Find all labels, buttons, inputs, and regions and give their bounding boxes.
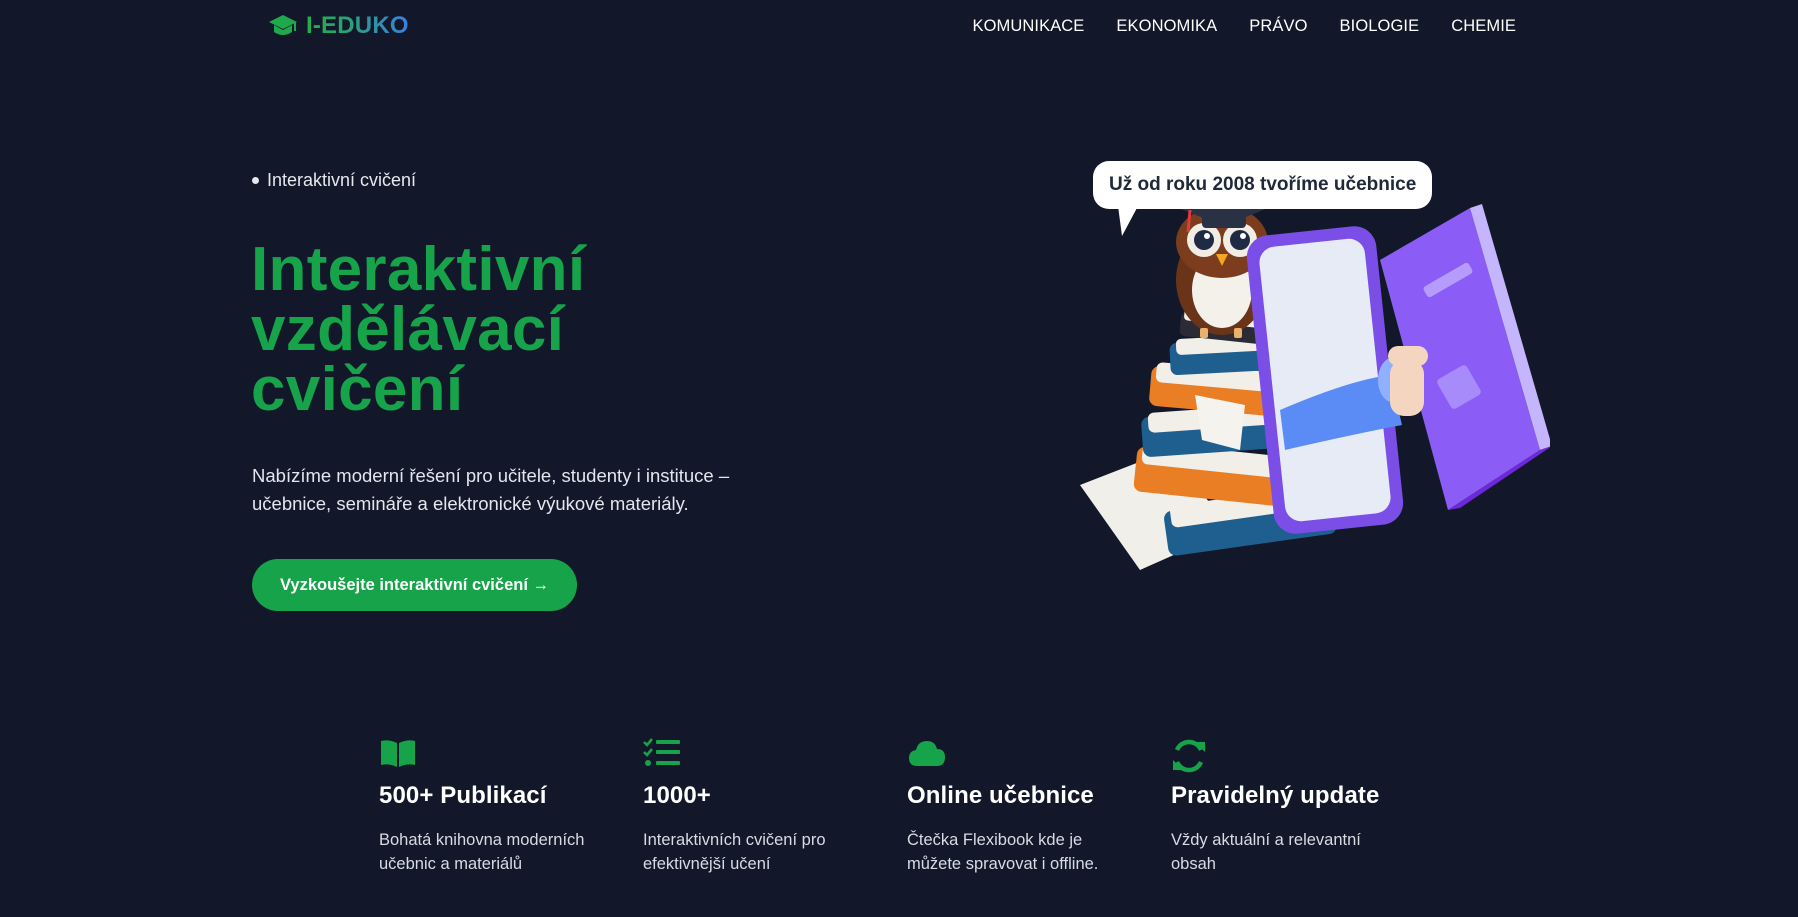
nav-item-komunikace[interactable]: KOMUNIKACE (972, 17, 1084, 36)
checklist-icon (643, 738, 680, 766)
feature-exercises: 1000+ Interaktivních cvičení pro efektiv… (643, 738, 907, 876)
hero-title-line: vzdělávací (251, 295, 565, 364)
cta-button[interactable]: Vyzkoušejte interaktivní cvičení → (252, 559, 577, 611)
nav-item-ekonomika[interactable]: EKONOMIKA (1116, 17, 1217, 36)
feature-text-line: Čtečka Flexibook kde je (907, 831, 1083, 849)
nav-item-pravo[interactable]: PRÁVO (1249, 17, 1307, 36)
hero-subtitle-line: Nabízíme moderní řešení pro učitele, stu… (252, 465, 730, 486)
hand (1388, 346, 1428, 416)
hero-eyebrow: Interaktivní cvičení (252, 170, 416, 191)
feature-text-line: obsah (1171, 855, 1216, 873)
hero-illustration (1080, 190, 1550, 570)
main-nav: KOMUNIKACE EKONOMIKA PRÁVO BIOLOGIE CHEM… (972, 17, 1516, 36)
feature-text: Bohatá knihovna moderních učebnic a mate… (379, 828, 609, 876)
hero-eyebrow-text: Interaktivní cvičení (267, 170, 417, 190)
nav-item-biologie[interactable]: BIOLOGIE (1340, 17, 1420, 36)
feature-text-line: učebnic a materiálů (379, 855, 523, 873)
feature-text-line: Vždy aktuální a relevantní (1171, 831, 1361, 849)
site-header: I-EDUKO KOMUNIKACE EKONOMIKA PRÁVO BIOLO… (0, 0, 1798, 54)
hero-subtitle: Nabízíme moderní řešení pro učitele, stu… (252, 462, 772, 518)
logo-text: I-EDUKO (306, 12, 409, 39)
sync-icon (1173, 739, 1205, 773)
feature-title: Online učebnice (907, 782, 1094, 809)
features-section: 500+ Publikací Bohatá knihovna moderních… (379, 738, 1435, 876)
cloud-icon (909, 741, 945, 766)
feature-title: Pravidelný update (1171, 782, 1380, 809)
hero-title-line: cvičení (251, 355, 464, 424)
speech-bubble-tail (1118, 206, 1138, 236)
feature-online-textbooks: Online učebnice Čtečka Flexibook kde je … (907, 738, 1171, 876)
feature-publications: 500+ Publikací Bohatá knihovna moderních… (379, 738, 643, 876)
feature-text-line: Interaktivních cvičení pro (643, 831, 826, 849)
graduation-cap-icon (269, 15, 297, 35)
feature-text: Interaktivních cvičení pro efektivnější … (643, 828, 873, 876)
feature-text-line: Bohatá knihovna moderních (379, 831, 585, 849)
hero-title: Interaktivní vzdělávací cvičení (251, 239, 671, 421)
speech-bubble: Už od roku 2008 tvoříme učebnice (1093, 161, 1433, 209)
feature-text-line: efektivnější učení (643, 855, 771, 873)
hero-title-line: Interaktivní (251, 235, 586, 304)
open-book-icon (381, 740, 415, 767)
feature-updates: Pravidelný update Vždy aktuální a releva… (1171, 738, 1435, 876)
feature-text: Čtečka Flexibook kde je můžete spravovat… (907, 828, 1137, 876)
feature-text: Vždy aktuální a relevantní obsah (1171, 828, 1401, 876)
hero-subtitle-line: učebnice, semináře a elektronické výukov… (252, 493, 689, 514)
feature-text-line: můžete spravovat i offline. (907, 855, 1099, 873)
feature-title: 500+ Publikací (379, 782, 547, 809)
logo[interactable]: I-EDUKO (268, 12, 409, 40)
bullet-dot (252, 177, 259, 184)
nav-item-chemie[interactable]: CHEMIE (1451, 17, 1516, 36)
feature-title: 1000+ (643, 782, 711, 809)
